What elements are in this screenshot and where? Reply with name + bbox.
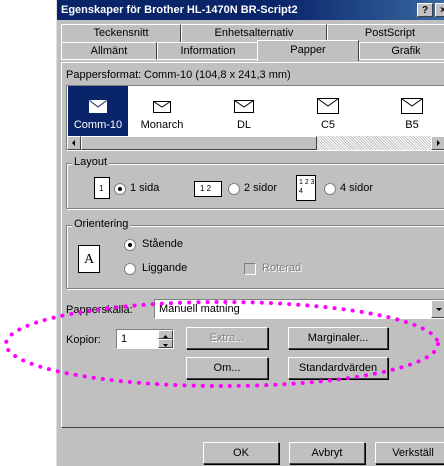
highlight-ellipse [4,300,440,388]
tab-papper[interactable]: Papper [257,40,359,61]
